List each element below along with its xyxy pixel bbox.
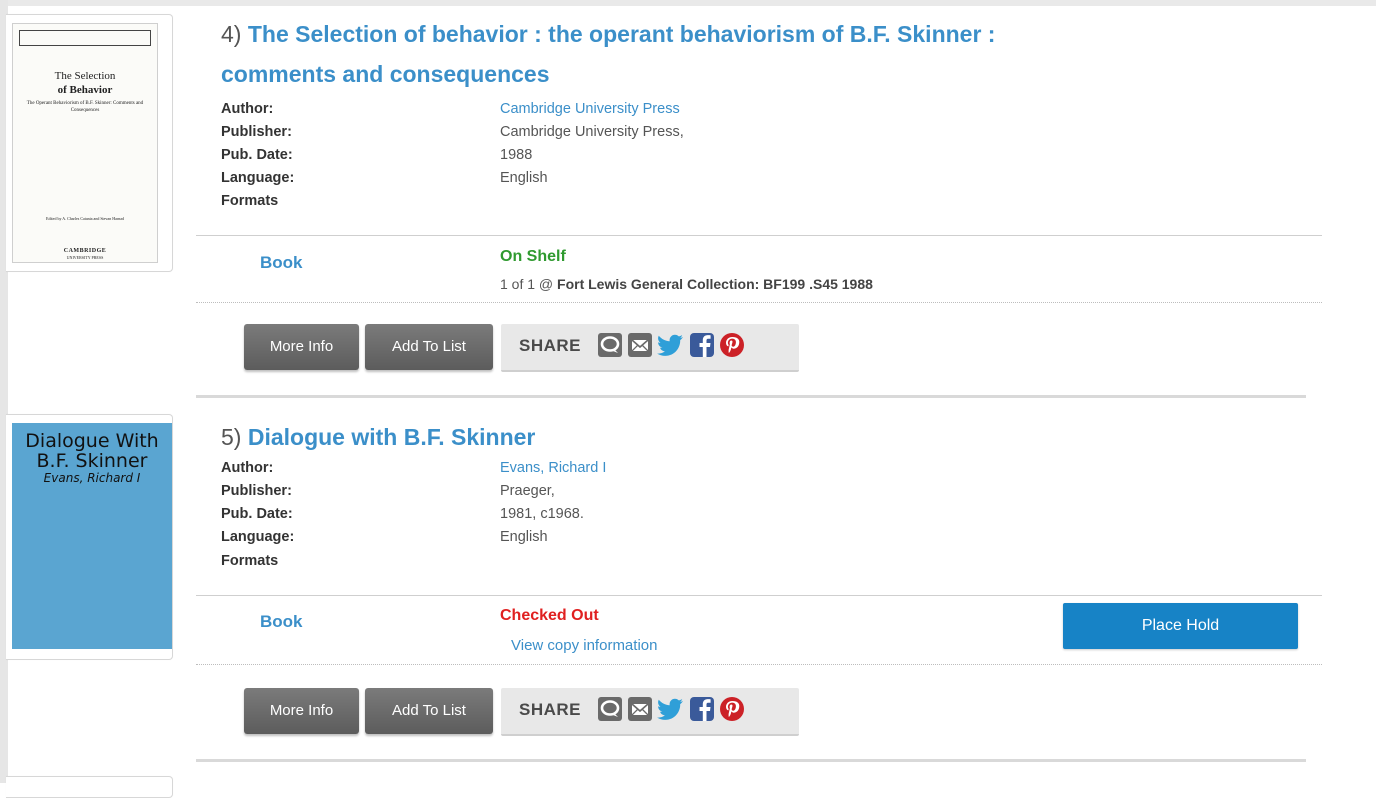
formats-divider — [196, 595, 1322, 596]
format-book-link[interactable]: Book — [260, 612, 303, 632]
pub-date-label: Pub. Date: — [221, 147, 293, 163]
result-number: 4) — [221, 21, 242, 47]
next-cover-thumbnail[interactable] — [6, 776, 173, 798]
formats-divider — [196, 235, 1322, 236]
language-label: Language: — [221, 529, 295, 545]
publisher-label: Publisher: — [221, 483, 292, 499]
add-to-list-button[interactable]: Add To List — [365, 324, 493, 370]
cover-title-line2: of Behavior — [57, 84, 113, 96]
place-hold-button[interactable]: Place Hold — [1063, 603, 1298, 649]
share-bar: SHARE — [501, 324, 799, 372]
share-label: SHARE — [519, 336, 582, 355]
more-info-button[interactable]: More Info — [244, 324, 359, 370]
cover-subtitle: The Operant Behaviorism of B.F. Skinner:… — [26, 101, 144, 113]
author-link[interactable]: Cambridge University Press — [500, 101, 680, 117]
cover-title-line2: B.F. Skinner — [36, 450, 148, 472]
comment-icon[interactable] — [597, 332, 623, 358]
comment-icon[interactable] — [597, 696, 623, 722]
facebook-icon[interactable] — [689, 332, 715, 358]
language-value: English — [500, 170, 548, 186]
result-title-line2: comments and consequences — [221, 58, 550, 90]
language-label: Language: — [221, 170, 295, 186]
cover-editors: Edited by A. Charles Catania and Stevan … — [46, 216, 124, 221]
result-title: 4) The Selection of behavior : the opera… — [221, 18, 995, 50]
holdings-divider — [196, 302, 1322, 303]
cover-title-line1: The Selection — [54, 70, 116, 82]
cover-thumbnail[interactable]: Dialogue With B.F. Skinner Evans, Richar… — [6, 414, 173, 660]
pinterest-icon[interactable] — [719, 332, 745, 358]
formats-label: Formats — [221, 553, 279, 569]
facebook-icon[interactable] — [689, 696, 715, 722]
formats-label: Formats — [221, 193, 279, 209]
book-cover-image: The Selection of Behavior The Operant Be… — [12, 23, 158, 263]
pub-date-value: 1981, c1968. — [500, 506, 584, 522]
result-title-link[interactable]: The Selection of behavior : the operant … — [248, 21, 996, 47]
publisher-value: Praeger, — [500, 483, 555, 499]
author-label: Author: — [221, 460, 274, 476]
add-to-list-button[interactable]: Add To List — [365, 688, 493, 734]
twitter-icon[interactable] — [655, 332, 685, 358]
more-info-button[interactable]: More Info — [244, 688, 359, 734]
result-title-link-cont[interactable]: comments and consequences — [221, 61, 550, 87]
cover-author: Evans, Richard I — [43, 471, 141, 485]
cover-frame — [19, 30, 151, 46]
pub-date-value: 1988 — [500, 147, 533, 163]
result-title: 5) Dialogue with B.F. Skinner — [221, 421, 535, 453]
cover-publisher: CAMBRIDGE — [63, 248, 107, 254]
pinterest-icon[interactable] — [719, 696, 745, 722]
email-icon[interactable] — [627, 332, 653, 358]
result-title-link[interactable]: Dialogue with B.F. Skinner — [248, 424, 536, 450]
holdings-count: 1 of 1 @ — [500, 276, 558, 292]
holdings-divider — [196, 664, 1322, 665]
status-badge: On Shelf — [500, 248, 566, 265]
share-bar: SHARE — [501, 688, 799, 736]
cover-title: Dialogue With B.F. Skinner — [12, 431, 172, 471]
publisher-value: Cambridge University Press, — [500, 124, 684, 140]
result-number: 5) — [221, 424, 242, 450]
format-book-link[interactable]: Book — [260, 253, 303, 273]
pub-date-label: Pub. Date: — [221, 506, 293, 522]
author-label: Author: — [221, 101, 274, 117]
top-strip — [0, 0, 1376, 6]
language-value: English — [500, 529, 548, 545]
cover-thumbnail[interactable]: The Selection of Behavior The Operant Be… — [6, 14, 173, 272]
view-copy-link[interactable]: View copy information — [511, 637, 657, 654]
book-cover-image: Dialogue With B.F. Skinner Evans, Richar… — [12, 423, 172, 649]
holdings-location: Fort Lewis General Collection: BF199 .S4… — [557, 276, 873, 292]
result-separator — [196, 395, 1306, 398]
author-link[interactable]: Evans, Richard I — [500, 460, 606, 476]
holdings-info: 1 of 1 @ Fort Lewis General Collection: … — [500, 276, 873, 292]
share-label: SHARE — [519, 700, 582, 719]
twitter-icon[interactable] — [655, 696, 685, 722]
result-separator — [196, 759, 1306, 762]
email-icon[interactable] — [627, 696, 653, 722]
status-badge: Checked Out — [500, 607, 599, 624]
cover-title-line1: Dialogue With — [25, 430, 159, 452]
cover-publisher-sub: UNIVERSITY PRESS — [66, 255, 104, 260]
publisher-label: Publisher: — [221, 124, 292, 140]
